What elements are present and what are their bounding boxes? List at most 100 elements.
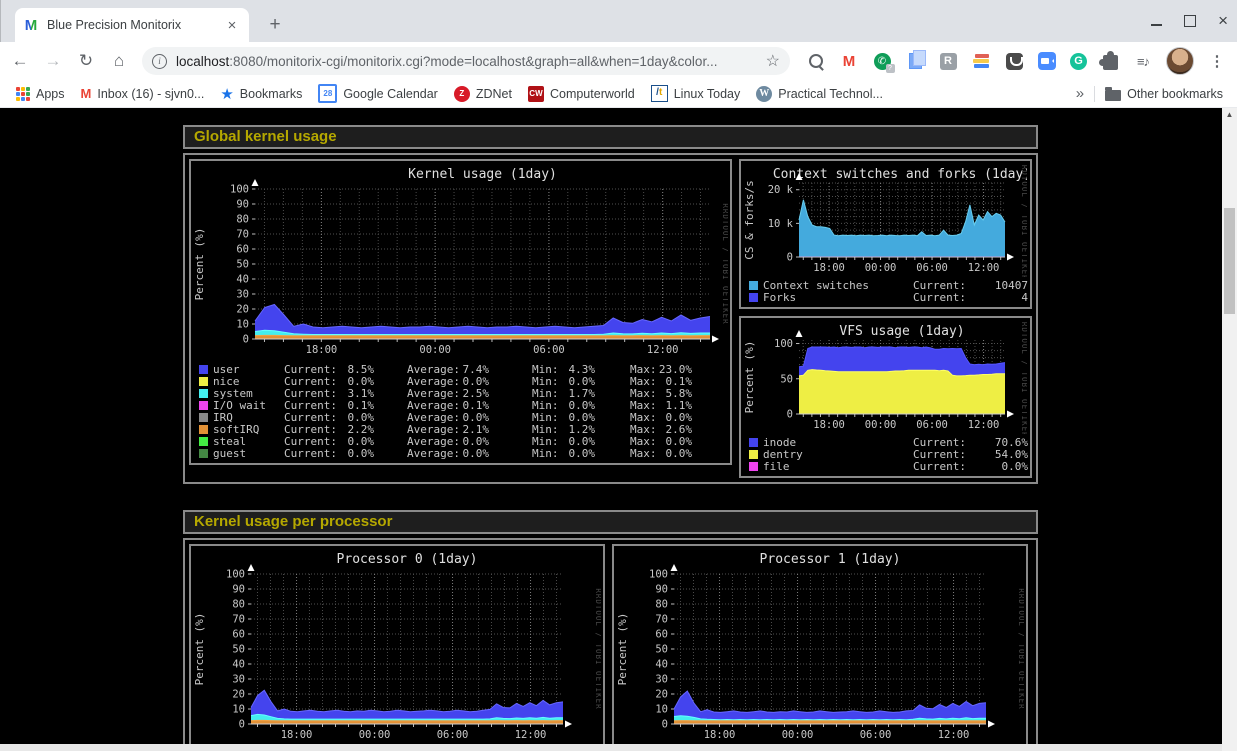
- reload-icon[interactable]: ↻: [73, 48, 99, 74]
- svg-text:06:00: 06:00: [533, 344, 565, 356]
- svg-text:40: 40: [655, 659, 668, 671]
- legend-swatch: [749, 281, 758, 290]
- profile-avatar[interactable]: [1166, 47, 1194, 75]
- zoom-meeting-icon[interactable]: [1037, 51, 1057, 71]
- extensions-puzzle-icon[interactable]: [1100, 51, 1120, 71]
- new-tab-button[interactable]: +: [263, 13, 287, 37]
- legend-swatch: [199, 449, 208, 458]
- legend-row-inode: inodeCurrent:70.6%: [743, 436, 1028, 448]
- svg-text:100: 100: [774, 338, 793, 350]
- url-text[interactable]: localhost:8080/monitorix-cgi/monitorix.c…: [176, 54, 760, 69]
- processor1-rrd-graph[interactable]: Processor 1 (1day)Percent (%)RRDTOOL / T…: [616, 550, 1024, 746]
- bookmarks-overflow-icon[interactable]: »: [1076, 85, 1084, 102]
- copy-pages-icon[interactable]: [905, 51, 925, 71]
- vfs-usage-graph-panel[interactable]: VFS usage (1day)Percent (%)RRDTOOL / TOB…: [739, 316, 1032, 478]
- svg-text:40: 40: [236, 274, 249, 286]
- bookmark-linux-today[interactable]: /t Linux Today: [651, 85, 741, 102]
- r-extension-icon[interactable]: R: [938, 51, 958, 71]
- page-scrollbar[interactable]: ▲: [1222, 108, 1237, 751]
- scrollbar-thumb[interactable]: [1224, 208, 1235, 314]
- svg-text:0: 0: [239, 719, 245, 731]
- extension-icons: M ✆ R G ≡♪ ⋮: [806, 47, 1227, 75]
- svg-text:50: 50: [655, 644, 668, 656]
- processor1-graph-panel[interactable]: Processor 1 (1day)Percent (%)RRDTOOL / T…: [612, 544, 1028, 751]
- svg-text:0: 0: [243, 334, 249, 346]
- legend-stat: Current:4: [913, 291, 1028, 304]
- svg-text:20: 20: [655, 689, 668, 701]
- svg-text:70: 70: [236, 229, 249, 241]
- bookmark-bookmarks[interactable]: ★ Bookmarks: [220, 85, 302, 103]
- legend-series-name: file: [763, 460, 911, 473]
- home-icon[interactable]: ⌂: [106, 48, 132, 74]
- forward-icon[interactable]: →: [40, 48, 66, 74]
- legend-swatch: [199, 413, 208, 422]
- legend-stat: Min:0.0%: [532, 447, 595, 460]
- bookmark-zdnet[interactable]: Z ZDNet: [454, 86, 512, 102]
- svg-text:20 k: 20 k: [768, 184, 794, 196]
- svg-text:06:00: 06:00: [916, 419, 948, 431]
- search-icon[interactable]: [806, 51, 826, 71]
- context-switches-rrd-graph[interactable]: Context switches and forks (1day)CS & fo…: [743, 165, 1028, 277]
- kernel-usage-graph-panel[interactable]: Kernel usage (1day)Percent (%)RRDTOOL / …: [189, 159, 732, 465]
- svg-text:60: 60: [655, 629, 668, 641]
- svg-text:12:00: 12:00: [938, 729, 970, 741]
- kernel-usage-rrd-graph[interactable]: Kernel usage (1day)Percent (%)RRDTOOL / …: [193, 165, 728, 361]
- media-playlist-icon[interactable]: ≡♪: [1133, 51, 1153, 71]
- bookmark-inbox[interactable]: M Inbox (16) - sjvn0...: [81, 86, 205, 101]
- window-maximize-button[interactable]: [1184, 15, 1196, 27]
- svg-text:Percent (%): Percent (%): [193, 228, 206, 301]
- svg-text:80: 80: [232, 599, 245, 611]
- svg-text:12:00: 12:00: [515, 729, 547, 741]
- svg-text:Kernel usage (1day): Kernel usage (1day): [408, 167, 557, 182]
- window-minimize-button[interactable]: [1151, 24, 1162, 26]
- svg-text:00:00: 00:00: [865, 419, 897, 431]
- gmail-icon[interactable]: M: [839, 51, 859, 71]
- processor0-rrd-graph[interactable]: Processor 0 (1day)Percent (%)RRDTOOL / T…: [193, 550, 601, 746]
- context-switches-graph-panel[interactable]: Context switches and forks (1day)CS & fo…: [739, 159, 1032, 309]
- page-info-icon[interactable]: i: [152, 54, 167, 69]
- svg-text:RRDTOOL / TOBI OETIKER: RRDTOOL / TOBI OETIKER: [1020, 322, 1027, 434]
- svg-text:50: 50: [236, 259, 249, 271]
- browser-tab[interactable]: M Blue Precision Monitorix ×: [15, 8, 249, 42]
- google-voice-icon[interactable]: ✆: [872, 51, 892, 71]
- legend-row-forks: ForksCurrent:4: [743, 291, 1028, 303]
- svg-text:10: 10: [655, 704, 668, 716]
- bookmark-practical-technology[interactable]: W Practical Technol...: [756, 86, 883, 102]
- back-icon[interactable]: ←: [7, 48, 33, 74]
- legend-swatch: [199, 389, 208, 398]
- legend-stat: Current:0.0%: [913, 460, 1028, 473]
- scrollbar-up-icon[interactable]: ▲: [1222, 110, 1237, 119]
- svg-text:30: 30: [236, 289, 249, 301]
- bookmark-google-calendar[interactable]: 28 Google Calendar: [318, 84, 438, 103]
- processor0-graph-panel[interactable]: Processor 0 (1day)Percent (%)RRDTOOL / T…: [189, 544, 605, 751]
- browser-menu-icon[interactable]: ⋮: [1207, 51, 1227, 71]
- books-icon[interactable]: [971, 51, 991, 71]
- legend-stat: Max:0.0%: [630, 447, 692, 460]
- grammarly-icon[interactable]: G: [1070, 53, 1087, 70]
- computerworld-icon: CW: [528, 86, 544, 102]
- svg-text:12:00: 12:00: [647, 344, 679, 356]
- apps-grid-icon: [16, 87, 30, 101]
- star-icon: ★: [220, 85, 233, 103]
- bookmark-star-icon[interactable]: ☆: [766, 51, 780, 71]
- address-bar[interactable]: i localhost:8080/monitorix-cgi/monitorix…: [142, 47, 790, 75]
- other-bookmarks-button[interactable]: Other bookmarks: [1105, 87, 1223, 101]
- svg-text:18:00: 18:00: [813, 419, 845, 431]
- svg-text:10 k: 10 k: [768, 218, 794, 230]
- svg-text:00:00: 00:00: [359, 729, 391, 741]
- svg-text:90: 90: [232, 584, 245, 596]
- legend-row-system: systemCurrent:3.1%Average:2.5%Min:1.7%Ma…: [193, 387, 728, 399]
- tab-close-icon[interactable]: ×: [223, 17, 241, 34]
- vfs-usage-rrd-graph[interactable]: VFS usage (1day)Percent (%)RRDTOOL / TOB…: [743, 322, 1028, 434]
- legend-stat: Current:0.0%: [284, 447, 374, 460]
- context-switches-legend: Context switchesCurrent:10407ForksCurren…: [743, 279, 1028, 303]
- bookmark-apps[interactable]: Apps: [16, 87, 65, 101]
- svg-text:90: 90: [655, 584, 668, 596]
- gmail-icon: M: [81, 86, 92, 101]
- svg-text:50: 50: [780, 373, 793, 385]
- bookmark-computerworld[interactable]: CW Computerworld: [528, 86, 635, 102]
- window-close-button[interactable]: ×: [1218, 14, 1228, 28]
- svg-text:20: 20: [232, 689, 245, 701]
- svg-text:0: 0: [787, 409, 793, 421]
- pocket-icon[interactable]: [1004, 51, 1024, 71]
